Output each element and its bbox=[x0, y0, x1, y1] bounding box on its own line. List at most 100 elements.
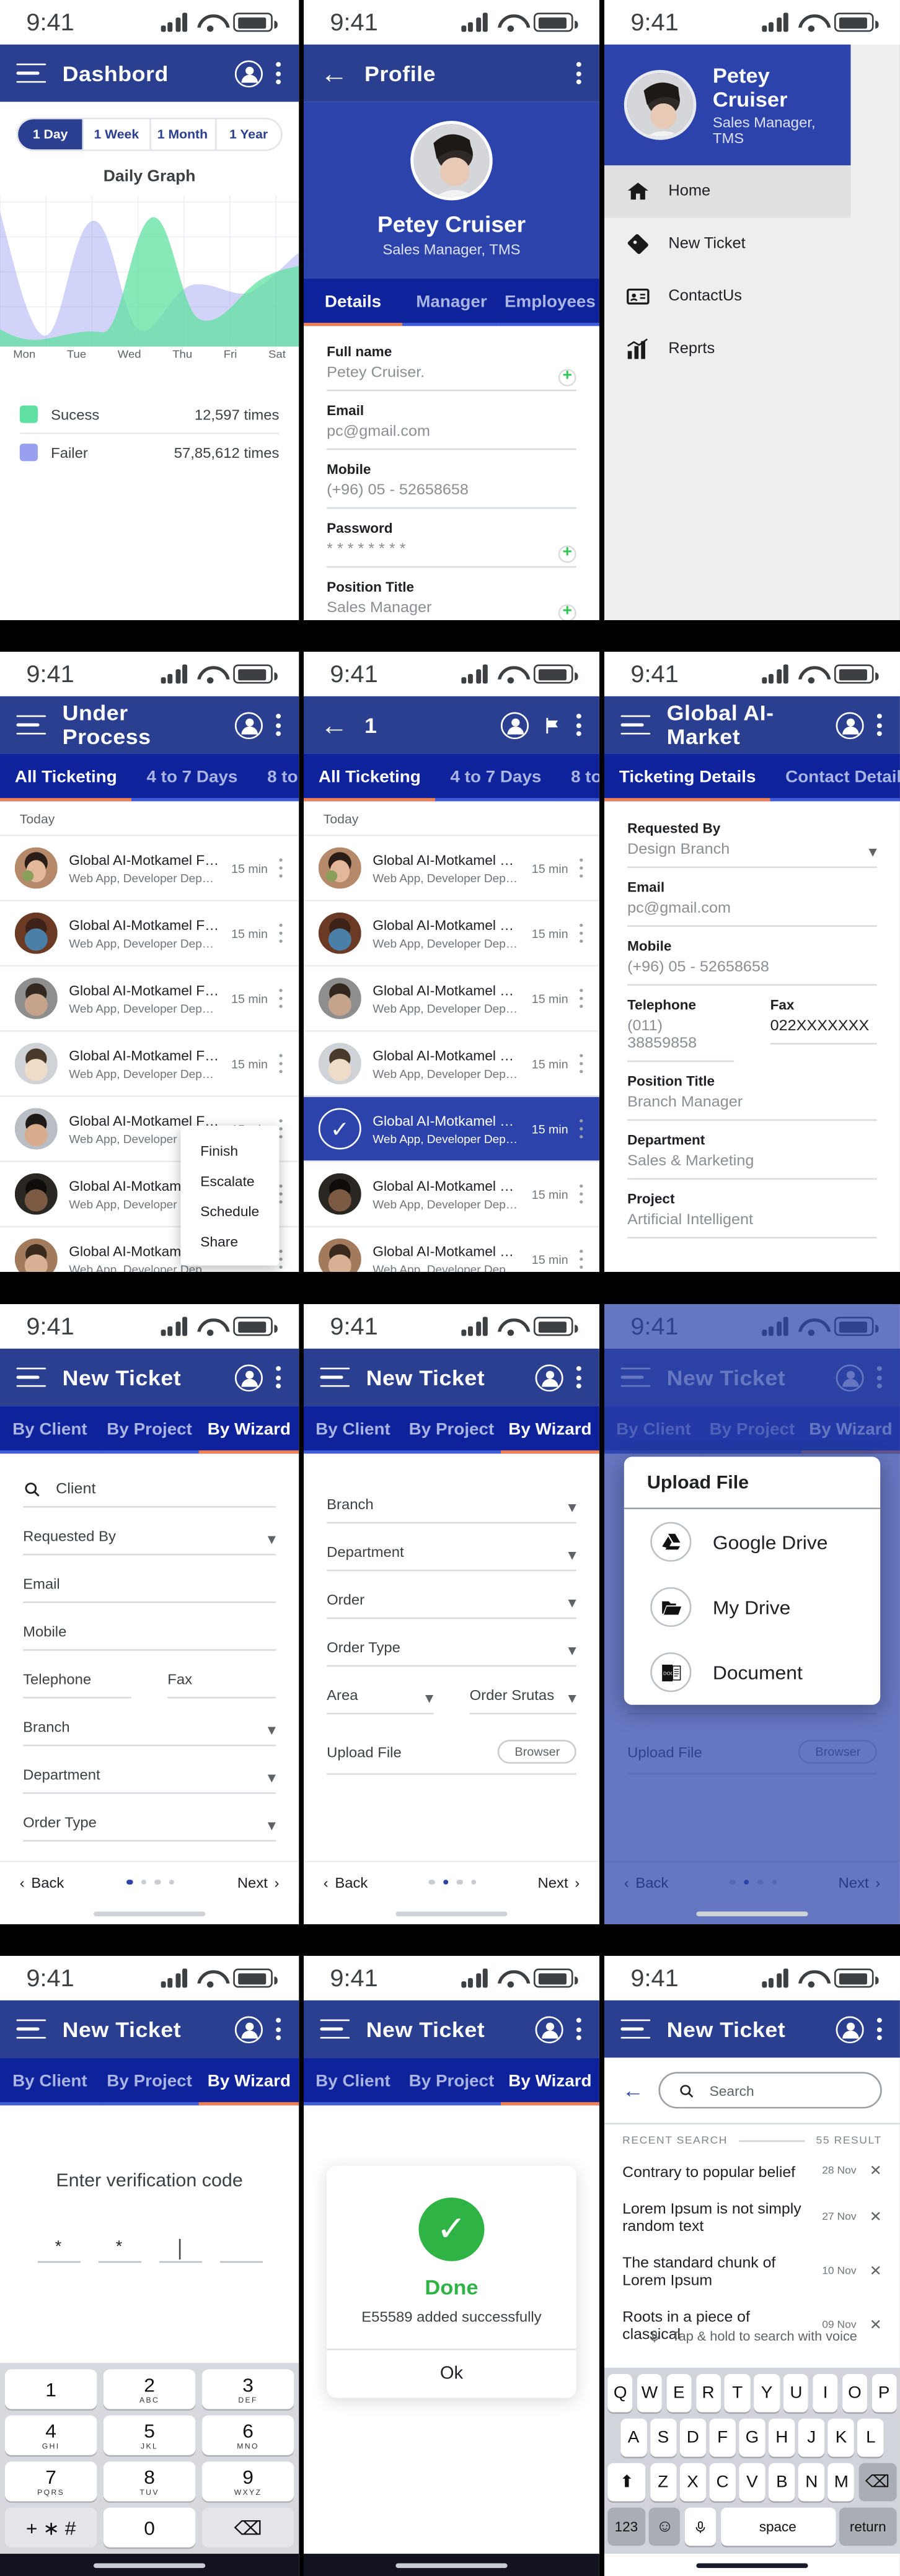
back-button[interactable]: ‹ Back bbox=[324, 1874, 368, 1890]
code-digit-3[interactable] bbox=[158, 2239, 201, 2263]
avatar-icon[interactable] bbox=[234, 1363, 263, 1391]
field-telephone[interactable]: Telephone bbox=[0, 1650, 154, 1699]
verification-code-input[interactable]: * * bbox=[0, 2239, 299, 2263]
row-kebab-icon[interactable] bbox=[580, 922, 585, 944]
key-1[interactable]: 1 bbox=[4, 2369, 97, 2409]
new-ticket-tabs[interactable]: By Client By Project By Wizard bbox=[304, 1405, 600, 1453]
row-kebab-icon[interactable] bbox=[279, 1183, 284, 1204]
code-digit-1[interactable]: * bbox=[37, 2239, 80, 2263]
kebab-icon[interactable] bbox=[576, 2017, 583, 2042]
tab-8-to-10-days[interactable]: 8 to 10 Days bbox=[252, 754, 299, 802]
tab-by-wizard[interactable]: By Wizard bbox=[199, 1406, 299, 1453]
field-fax[interactable]: Fax bbox=[167, 1650, 299, 1699]
field-project[interactable]: Project Artificial Intelligent bbox=[604, 1180, 900, 1239]
tab-by-project[interactable]: By Project bbox=[402, 2057, 501, 2106]
key-7[interactable]: 7 PQRS bbox=[4, 2461, 97, 2502]
key-i[interactable]: I bbox=[813, 2374, 839, 2412]
hamburger-icon[interactable] bbox=[16, 714, 46, 735]
range-tab-1week[interactable]: 1 Week bbox=[82, 119, 149, 150]
sidebar-item-contactus[interactable]: ContactUs bbox=[604, 270, 851, 323]
table-row[interactable]: Global AI-Motkamel For Trading... Web App… bbox=[0, 900, 299, 965]
upload-option-google-drive[interactable]: Google Drive bbox=[624, 1509, 880, 1574]
browse-button[interactable]: Browser bbox=[498, 1739, 577, 1764]
detail-tabs[interactable]: Ticketing Details Contact Detail Attechm… bbox=[604, 753, 900, 802]
row-kebab-icon[interactable] bbox=[279, 988, 284, 1009]
row-kebab-icon[interactable] bbox=[580, 1118, 585, 1139]
row-kebab-icon[interactable] bbox=[580, 857, 585, 878]
tab-all-ticketing[interactable]: All Ticketing bbox=[304, 754, 436, 802]
tab-details[interactable]: Details bbox=[304, 278, 403, 326]
field-upload-file[interactable]: Upload File Browser bbox=[304, 1714, 599, 1775]
voice-search-hint[interactable]: Tap & hold to search with voice bbox=[604, 2329, 900, 2344]
close-icon[interactable]: ✕ bbox=[870, 2208, 882, 2225]
code-digit-4[interactable] bbox=[219, 2239, 262, 2263]
chevron-down-icon[interactable]: ▾ bbox=[568, 1644, 576, 1660]
key-o[interactable]: O bbox=[842, 2374, 868, 2412]
key-4[interactable]: 4 GHI bbox=[4, 2415, 97, 2455]
menu-item-share[interactable]: Share bbox=[180, 1226, 279, 1256]
add-icon[interactable]: + bbox=[558, 368, 577, 386]
key-d[interactable]: D bbox=[680, 2418, 706, 2457]
kebab-icon[interactable] bbox=[576, 61, 583, 86]
key-symbols[interactable]: + ∗ # bbox=[4, 2507, 97, 2548]
field-mobile[interactable]: Mobile (+96) 05 - 52658658 bbox=[304, 450, 599, 509]
row-kebab-icon[interactable] bbox=[279, 857, 284, 878]
key-8[interactable]: 8 TUV bbox=[103, 2461, 196, 2502]
chevron-down-icon[interactable]: ▾ bbox=[268, 1532, 276, 1549]
avatar-icon[interactable] bbox=[836, 2015, 864, 2043]
key-x[interactable]: X bbox=[679, 2463, 706, 2502]
tab-by-client[interactable]: By Client bbox=[304, 2057, 403, 2106]
field-email[interactable]: Email pc@gmail.com bbox=[604, 868, 900, 927]
field-position-title[interactable]: Position Title Branch Manager bbox=[604, 1062, 900, 1121]
back-arrow-icon[interactable]: ← bbox=[320, 712, 348, 739]
key-2[interactable]: 2 ABC bbox=[103, 2369, 196, 2409]
menu-item-finish[interactable]: Finish bbox=[180, 1136, 279, 1166]
emoji-icon[interactable]: ☺ bbox=[649, 2507, 681, 2546]
field-mobile[interactable]: Mobile bbox=[0, 1603, 299, 1651]
next-button[interactable]: Next › bbox=[538, 1874, 580, 1890]
key-m[interactable]: M bbox=[828, 2463, 855, 2502]
tab-by-project[interactable]: By Project bbox=[99, 2057, 200, 2106]
qwerty-keyboard[interactable]: Q W E R T Y U I O P A S D F G H J K L ⬆ … bbox=[604, 2367, 900, 2554]
field-requested-by[interactable]: Requested By Design Branch ▾ bbox=[604, 809, 900, 869]
list-item[interactable]: Contrary to popular belief 28 Nov ✕ bbox=[604, 2153, 900, 2189]
kebab-icon[interactable] bbox=[276, 2017, 283, 2042]
tab-4-to-7-days[interactable]: 4 to 7 Days bbox=[435, 754, 557, 802]
key-z[interactable]: Z bbox=[650, 2463, 676, 2502]
hamburger-icon[interactable] bbox=[620, 2018, 651, 2039]
code-digit-2[interactable]: * bbox=[97, 2239, 141, 2263]
field-branch[interactable]: Branch ▾ bbox=[304, 1476, 599, 1523]
table-row[interactable]: Global AI-Motkamel For Trading... Web App… bbox=[0, 835, 299, 900]
shift-icon[interactable]: ⬆ bbox=[607, 2463, 646, 2502]
new-ticket-tabs[interactable]: By Client By Project By Wizard bbox=[304, 2057, 600, 2106]
table-row[interactable]: Global AI-Motkamel For Trading... Web App… bbox=[304, 965, 600, 1030]
key-p[interactable]: P bbox=[871, 2374, 897, 2412]
range-tab-group[interactable]: 1 Day 1 Week 1 Month 1 Year bbox=[16, 117, 283, 151]
upload-option-my-drive[interactable]: My Drive bbox=[624, 1574, 880, 1639]
key-u[interactable]: U bbox=[783, 2374, 809, 2412]
add-icon[interactable]: + bbox=[558, 603, 577, 620]
tab-ticketing-details[interactable]: Ticketing Details bbox=[604, 754, 772, 802]
chevron-down-icon[interactable]: ▾ bbox=[268, 1771, 276, 1787]
chevron-down-icon[interactable]: ▾ bbox=[568, 1691, 576, 1708]
key-l[interactable]: L bbox=[858, 2418, 884, 2457]
tab-by-project[interactable]: By Project bbox=[402, 1406, 501, 1453]
kebab-icon[interactable] bbox=[276, 61, 283, 86]
chevron-down-icon[interactable]: ▾ bbox=[425, 1691, 433, 1708]
kebab-icon[interactable] bbox=[876, 712, 884, 738]
filter-tabs[interactable]: All Ticketing 4 to 7 Days 8 to 10 Days 1… bbox=[304, 753, 600, 802]
avatar-icon[interactable] bbox=[535, 1363, 563, 1391]
next-button[interactable]: Next › bbox=[237, 1874, 280, 1890]
menu-item-escalate[interactable]: Escalate bbox=[180, 1165, 279, 1196]
tab-by-client[interactable]: By Client bbox=[0, 1406, 100, 1453]
key-5[interactable]: 5 JKL bbox=[103, 2415, 196, 2455]
avatar-icon[interactable] bbox=[501, 711, 529, 739]
sidebar-item-home[interactable]: Home bbox=[604, 165, 851, 218]
field-order[interactable]: Order ▾ bbox=[304, 1571, 599, 1619]
key-g[interactable]: G bbox=[739, 2418, 765, 2457]
avatar-icon[interactable] bbox=[234, 2015, 263, 2043]
field-email[interactable]: Email bbox=[0, 1555, 299, 1603]
tab-employees[interactable]: Employees bbox=[501, 278, 600, 326]
field-telephone[interactable]: Telephone (011) 38859858 bbox=[604, 986, 757, 1062]
key-f[interactable]: F bbox=[710, 2418, 736, 2457]
